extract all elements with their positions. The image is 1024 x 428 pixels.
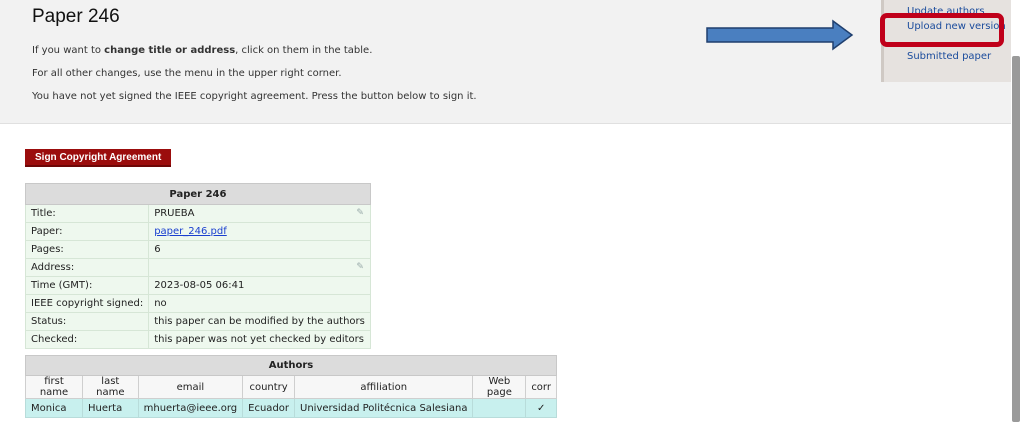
paper-details-table: Paper 246 Title: PRUEBA ✎ Paper: paper_24… — [24, 183, 371, 349]
paper-table-caption: Paper 246 — [25, 183, 371, 205]
author-web-page — [472, 398, 527, 418]
table-row: Paper: paper_246.pdf — [24, 222, 371, 241]
status-value: this paper can be modified by the author… — [148, 312, 371, 331]
paper-file-cell: paper_246.pdf — [148, 222, 371, 241]
title-value[interactable]: PRUEBA ✎ — [148, 204, 371, 223]
pencil-icon[interactable]: ✎ — [356, 262, 364, 272]
sign-copyright-button[interactable]: Sign Copyright Agreement — [25, 149, 172, 167]
row-label: Checked: — [24, 330, 150, 349]
table-row: Time (GMT): 2023-08-05 06:41 — [24, 276, 371, 295]
table-row[interactable]: Address: ✎ — [24, 258, 371, 277]
scrollbar-thumb[interactable] — [1012, 56, 1020, 422]
table-row[interactable]: Title: PRUEBA ✎ — [24, 204, 371, 223]
info-line-title-address: If you want to change title or address, … — [32, 45, 373, 56]
column-header: email — [137, 375, 244, 399]
column-header: last name — [82, 375, 139, 399]
authors-table-caption: Authors — [25, 355, 557, 376]
row-label: Time (GMT): — [24, 276, 150, 295]
column-header: affiliation — [294, 375, 474, 399]
blue-arrow-icon — [706, 19, 854, 51]
author-email: mhuerta@ieee.org — [137, 398, 244, 418]
menu-item-submitted-paper[interactable]: Submitted paper — [907, 51, 991, 62]
table-row: Monica Huerta mhuerta@ieee.org Ecuador U… — [24, 398, 557, 418]
page-header: Paper 246 If you want to change title or… — [0, 0, 1024, 124]
table-row: Status: this paper can be modified by th… — [24, 312, 371, 331]
checkmark-icon: ✓ — [525, 398, 557, 418]
author-last-name: Huerta — [82, 398, 139, 418]
paper-file-link[interactable]: paper_246.pdf — [154, 226, 227, 237]
info-line-copyright: You have not yet signed the IEEE copyrig… — [32, 91, 477, 102]
time-value: 2023-08-05 06:41 — [148, 276, 371, 295]
table-row: Checked: this paper was not yet checked … — [24, 330, 371, 349]
pencil-icon[interactable]: ✎ — [356, 208, 364, 218]
author-country: Ecuador — [242, 398, 296, 418]
row-label: Pages: — [24, 240, 150, 259]
column-header: first name — [24, 375, 84, 399]
row-label: Title: — [24, 204, 150, 223]
row-label: Paper: — [24, 222, 150, 241]
table-row: IEEE copyright signed: no — [24, 294, 371, 313]
column-header: Web page — [472, 375, 527, 399]
column-header: corr — [525, 375, 557, 399]
page-title: Paper 246 — [32, 6, 120, 27]
table-row: Pages: 6 — [24, 240, 371, 259]
info-line-menu: For all other changes, use the menu in t… — [32, 68, 342, 79]
pages-value: 6 — [148, 240, 371, 259]
row-label: Address: — [24, 258, 150, 277]
author-first-name: Monica — [24, 398, 84, 418]
authors-table: Authors first name last name email count… — [24, 355, 557, 418]
highlight-box — [880, 13, 1004, 47]
author-affiliation: Universidad Politécnica Salesiana — [294, 398, 474, 418]
scrollbar[interactable] — [1011, 0, 1024, 428]
row-label: IEEE copyright signed: — [24, 294, 150, 313]
checked-value: this paper was not yet checked by editor… — [148, 330, 371, 349]
address-value[interactable]: ✎ — [148, 258, 371, 277]
row-label: Status: — [24, 312, 150, 331]
column-header: country — [242, 375, 296, 399]
copyright-signed-value: no — [148, 294, 371, 313]
